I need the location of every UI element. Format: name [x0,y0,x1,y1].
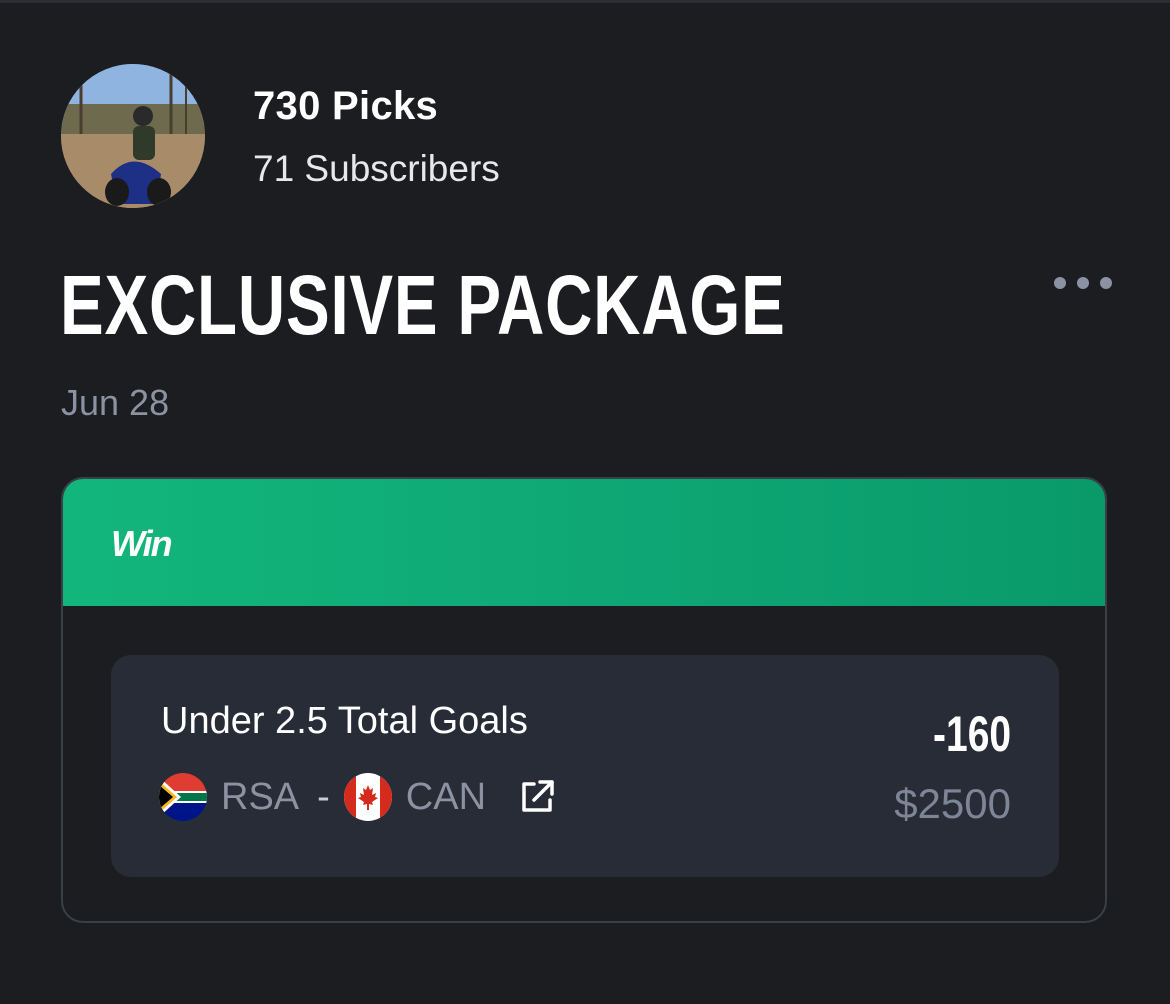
pick-row[interactable]: Under 2.5 Total Goals RSA - CAN -160 $25… [111,655,1059,877]
pick-card[interactable]: Win Under 2.5 Total Goals RSA - CAN -160… [61,477,1107,923]
more-options-icon[interactable] [1054,270,1112,296]
south-africa-flag-icon [159,773,207,821]
external-link-icon[interactable] [516,776,558,818]
subscribers-count: 71 Subscribers [253,148,500,189]
team-separator: - [317,775,330,818]
result-header: Win [63,479,1105,606]
dot [1077,277,1089,289]
stake-amount: $2500 [894,780,1011,827]
picks-count: 730 Picks [253,84,439,128]
avatar[interactable] [61,64,205,208]
matchup: RSA - CAN [159,773,558,821]
home-team: RSA [221,775,300,818]
canada-flag-icon [343,773,392,821]
away-team: CAN [405,775,487,818]
win-status-label: Win [111,523,173,564]
market-label: Under 2.5 Total Goals [161,700,528,742]
odds-value: -160 [932,706,1011,762]
top-divider [0,0,1170,3]
dot [1100,277,1112,289]
package-title: EXCLUSIVE PACKAGE [60,258,786,352]
dot [1054,277,1066,289]
package-date: Jun 28 [61,382,170,423]
